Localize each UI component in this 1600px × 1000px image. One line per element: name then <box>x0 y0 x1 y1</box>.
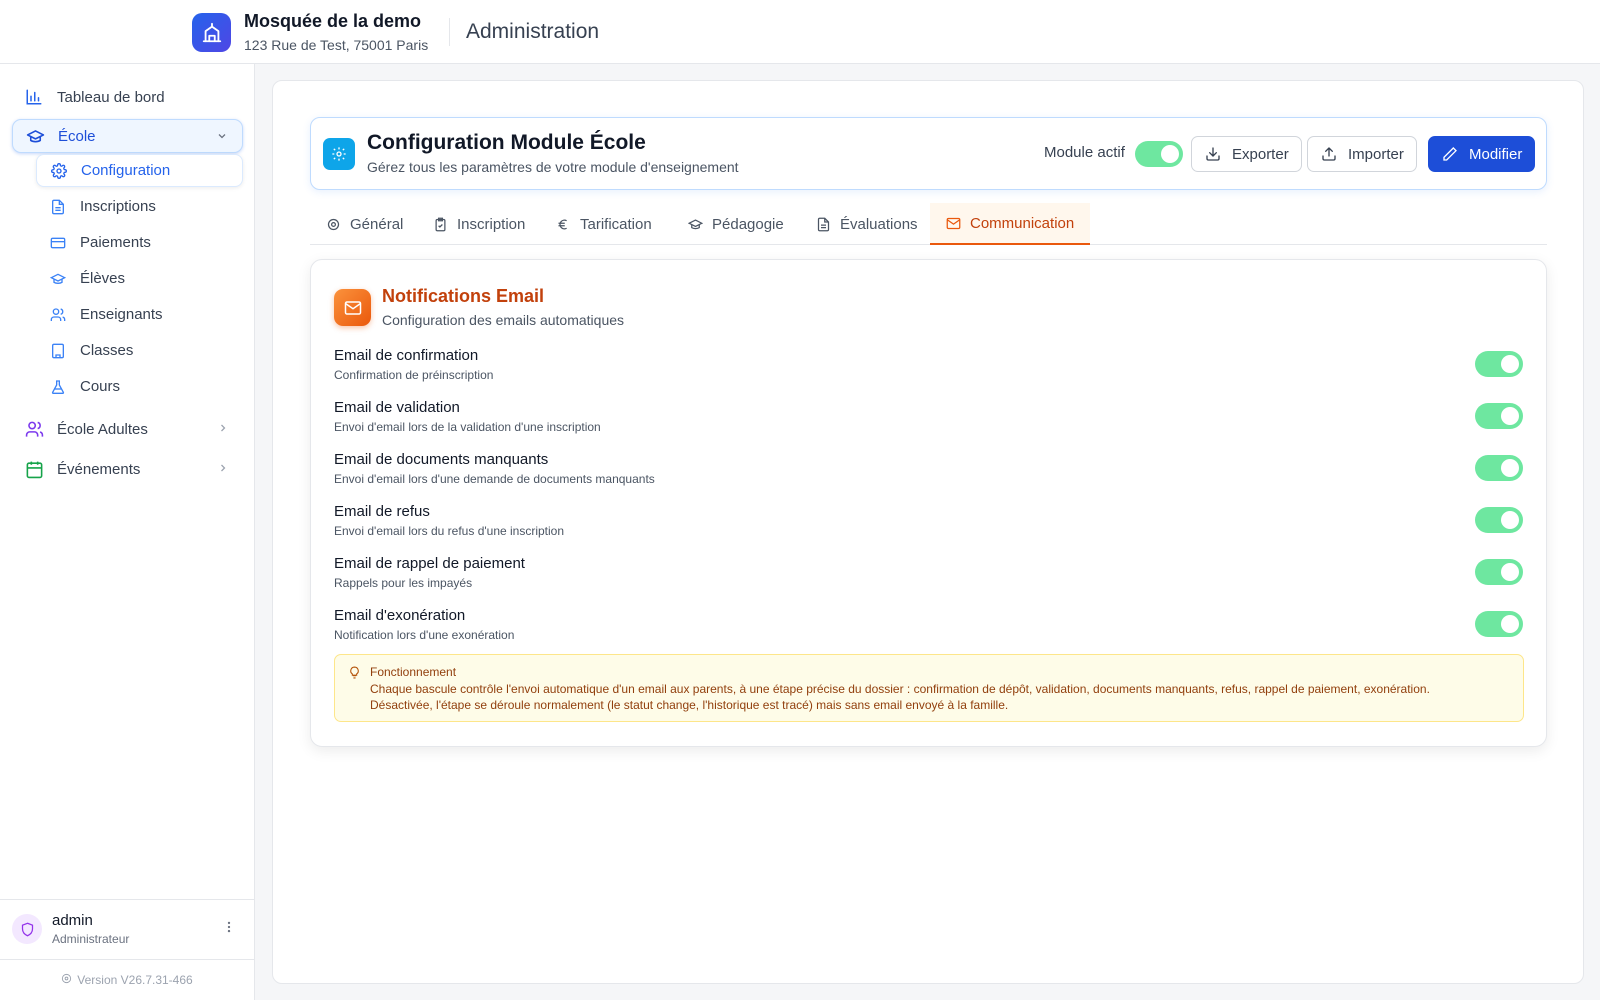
sidebar-subitem-label: Configuration <box>81 162 171 179</box>
chevron-right-icon <box>217 421 229 438</box>
page-title: Configuration Module École <box>367 131 646 154</box>
sidebar-subitem-enseignants[interactable]: Enseignants <box>36 298 243 331</box>
email-exoneration-toggle[interactable] <box>1475 611 1523 637</box>
user-profile[interactable]: admin Administrateur <box>0 899 254 959</box>
sidebar-subitem-label: Classes <box>80 342 134 359</box>
sidebar-subitem-eleves[interactable]: Élèves <box>36 262 243 295</box>
upload-icon <box>1321 146 1337 162</box>
sidebar-subitem-label: Paiements <box>80 234 151 251</box>
sidebar-subitem-configuration[interactable]: Configuration <box>36 154 243 187</box>
sidebar-item-ecole[interactable]: École <box>12 119 243 153</box>
sidebar-item-evenements[interactable]: Événements <box>12 452 243 486</box>
module-active-label: Module actif <box>1044 144 1125 161</box>
notification-row-rappel: Email de rappel de paiement Rappels pour… <box>334 555 1524 601</box>
config-header-card: Configuration Module École Gérez tous le… <box>310 117 1547 190</box>
gear-icon <box>323 138 355 170</box>
import-button[interactable]: Importer <box>1307 136 1417 172</box>
sidebar-subitem-paiements[interactable]: Paiements <box>36 226 243 259</box>
notification-row-refus: Email de refus Envoi d'email lors du ref… <box>334 503 1524 549</box>
chevron-down-icon <box>216 129 228 146</box>
email-rappel-toggle[interactable] <box>1475 559 1523 585</box>
info-text-line2: Désactivée, l'étape se déroule normaleme… <box>370 698 1009 712</box>
sidebar-item-ecole-adultes[interactable]: École Adultes <box>12 412 243 446</box>
sidebar-subitem-label: Enseignants <box>80 306 163 323</box>
credit-card-icon <box>49 234 67 252</box>
sidebar-subitem-label: Élèves <box>80 270 126 287</box>
email-refus-toggle[interactable] <box>1475 507 1523 533</box>
flask-icon <box>49 378 67 396</box>
org-address: 123 Rue de Test, 75001 Paris <box>244 37 429 53</box>
gear-icon <box>326 217 341 232</box>
calendar-icon <box>24 459 44 479</box>
header-divider <box>449 18 450 46</box>
tab-inscription[interactable]: Inscription <box>417 203 541 245</box>
email-validation-toggle[interactable] <box>1475 403 1523 429</box>
tab-communication[interactable]: Communication <box>930 203 1090 245</box>
building-icon <box>49 342 67 360</box>
users-icon <box>49 306 67 324</box>
email-confirmation-toggle[interactable] <box>1475 351 1523 377</box>
sidebar-item-label: École <box>58 127 96 145</box>
more-vertical-icon[interactable] <box>222 920 236 939</box>
chevron-right-icon <box>217 461 229 478</box>
tab-pedagogie[interactable]: Pédagogie <box>672 203 800 245</box>
shield-icon <box>12 914 42 944</box>
tab-general[interactable]: Général <box>310 203 419 245</box>
graduation-cap-icon <box>688 217 703 232</box>
sidebar-item-label: Événements <box>57 460 141 478</box>
graduation-cap-icon <box>49 270 67 288</box>
notification-row-exoneration: Email d'exonération Notification lors d'… <box>334 607 1524 653</box>
sidebar-subitem-cours[interactable]: Cours <box>36 370 243 403</box>
notification-row-documents: Email de documents manquants Envoi d'ema… <box>334 451 1524 497</box>
page-section-title: Administration <box>466 20 600 43</box>
clipboard-icon <box>433 217 448 232</box>
page-subtitle: Gérez tous les paramètres de votre modul… <box>367 159 739 175</box>
section-subtitle: Configuration des emails automatiques <box>382 312 625 328</box>
gear-icon <box>50 162 68 180</box>
bar-chart-icon <box>24 87 44 107</box>
users-icon <box>24 419 44 439</box>
notification-row-validation: Email de validation Envoi d'email lors d… <box>334 399 1524 445</box>
file-text-icon <box>816 217 831 232</box>
tab-tarification[interactable]: Tarification <box>540 203 668 245</box>
info-text-line1: Chaque bascule contrôle l'envoi automati… <box>370 682 1430 696</box>
file-text-icon <box>49 198 67 216</box>
sidebar-subitem-classes[interactable]: Classes <box>36 334 243 367</box>
sidebar: Tableau de bord École Configuration Insc… <box>0 64 255 1000</box>
section-title: Notifications Email <box>382 286 545 306</box>
sidebar-subitem-label: Cours <box>80 378 121 395</box>
version-footer: Version V26.7.31-466 <box>0 959 254 1000</box>
sidebar-item-dashboard[interactable]: Tableau de bord <box>12 80 243 114</box>
top-header: Mosquée de la demo 123 Rue de Test, 7500… <box>0 0 1600 64</box>
euro-icon <box>556 217 571 232</box>
email-notifications-card: Notifications Email Configuration des em… <box>310 259 1547 747</box>
info-box: Fonctionnement Chaque bascule contrôle l… <box>334 654 1524 722</box>
config-tabs: Général Inscription Tarification Pédagog… <box>310 203 1547 245</box>
lightbulb-icon <box>348 666 361 684</box>
email-documents-toggle[interactable] <box>1475 455 1523 481</box>
download-icon <box>1205 146 1221 162</box>
mail-icon <box>334 289 371 326</box>
version-text: Version V26.7.31-466 <box>77 973 193 987</box>
tab-evaluations[interactable]: Évaluations <box>800 203 934 245</box>
notification-row-confirmation: Email de confirmation Confirmation de pr… <box>334 347 1524 393</box>
graduation-cap-icon <box>25 126 45 146</box>
mosque-logo-icon[interactable] <box>192 13 231 52</box>
sidebar-subitem-label: Inscriptions <box>80 198 156 215</box>
edit-button[interactable]: Modifier <box>1428 136 1535 172</box>
user-name: admin <box>52 912 93 929</box>
sidebar-item-label: Tableau de bord <box>57 88 165 106</box>
user-role: Administrateur <box>52 932 130 946</box>
sidebar-subitem-inscriptions[interactable]: Inscriptions <box>36 190 243 223</box>
org-name: Mosquée de la demo <box>244 11 422 31</box>
pencil-icon <box>1442 146 1458 162</box>
module-active-toggle[interactable] <box>1135 141 1183 167</box>
mail-icon <box>946 216 961 231</box>
sidebar-item-label: École Adultes <box>57 420 148 438</box>
gear-icon <box>61 973 72 987</box>
info-title: Fonctionnement <box>370 665 457 679</box>
export-button[interactable]: Exporter <box>1191 136 1302 172</box>
